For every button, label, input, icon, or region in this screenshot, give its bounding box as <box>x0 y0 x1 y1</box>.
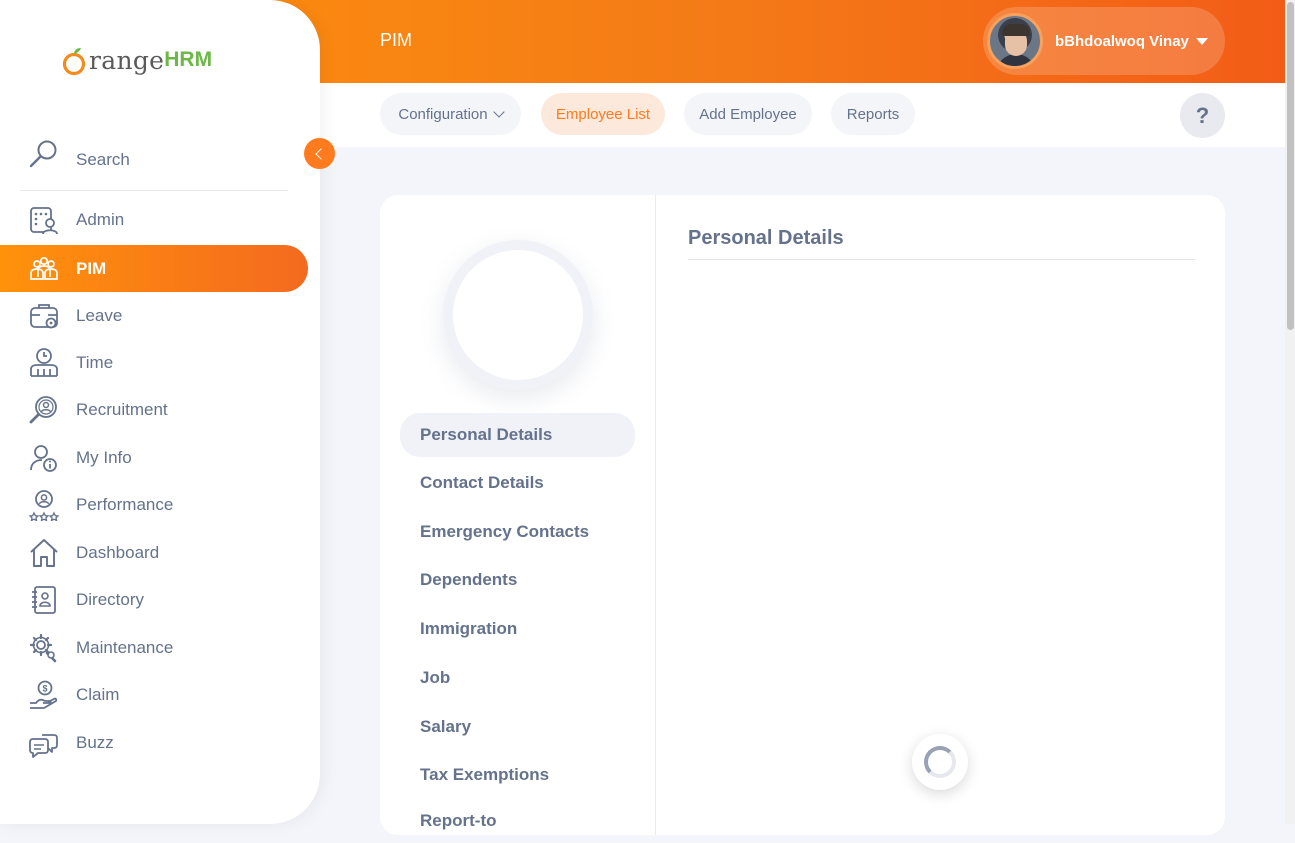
sidebar-item-buzz[interactable]: Buzz <box>0 719 308 766</box>
pim-icon <box>30 256 58 280</box>
orangehrm-logo[interactable]: range HRM <box>62 40 212 80</box>
emp-tab-job[interactable]: Job <box>400 656 635 700</box>
emp-tab-label: Report-to <box>420 811 497 830</box>
performance-icon <box>28 490 60 521</box>
emp-tab-report-to[interactable]: Report-to <box>400 799 635 843</box>
module-subnav: Configuration Employee List Add Employee… <box>320 83 1285 147</box>
sidebar-item-label: Recruitment <box>76 399 168 419</box>
chevron-down-icon <box>492 105 505 118</box>
sidebar-item-dashboard[interactable]: Dashboard <box>0 529 308 576</box>
help-icon: ? <box>1195 102 1210 128</box>
sidebar-item-label: Maintenance <box>76 637 174 657</box>
employee-photo[interactable] <box>443 240 593 390</box>
directory-icon <box>32 586 56 614</box>
sidebar-search[interactable]: Search <box>20 132 288 191</box>
emp-tab-label: Dependents <box>420 570 518 589</box>
buzz-icon <box>29 734 58 758</box>
sidebar-item-maintenance[interactable]: Maintenance <box>0 624 308 671</box>
sidebar-item-my-info[interactable]: My Info <box>0 434 308 481</box>
sidebar-item-label: Buzz <box>76 732 114 752</box>
time-icon <box>30 348 58 377</box>
maintenance-icon <box>29 633 57 663</box>
emp-tab-contact-details[interactable]: Contact Details <box>400 461 635 505</box>
employee-tabs-panel: Personal Details Contact Details Emergen… <box>380 195 656 835</box>
sidebar-item-label: Dashboard <box>76 542 160 562</box>
tab-add-employee[interactable]: Add Employee <box>684 93 812 135</box>
emp-tab-label: Job <box>420 668 451 687</box>
sidebar-item-directory[interactable]: Directory <box>0 576 308 623</box>
sidebar-item-label: Claim <box>76 684 120 704</box>
sidebar-item-claim[interactable]: $ Claim <box>0 671 308 718</box>
emp-tab-label: Contact Details <box>420 473 544 492</box>
sidebar-item-time[interactable]: Time <box>0 339 308 386</box>
section-title: Personal Details <box>688 227 844 249</box>
user-name: bBhdoalwoq Vinay <box>1055 32 1189 50</box>
sidebar-item-label: Directory <box>76 589 145 609</box>
sidebar-item-admin[interactable]: Admin <box>0 196 308 243</box>
emp-tab-label: Emergency Contacts <box>420 522 590 541</box>
user-dropdown[interactable]: bBhdoalwoq Vinay <box>983 7 1225 75</box>
user-avatar <box>987 13 1043 69</box>
dashboard-icon <box>30 539 58 567</box>
search-label: Search <box>76 150 130 169</box>
sidebar-item-label: Time <box>76 352 114 372</box>
orange-logo-icon <box>62 47 88 76</box>
emp-tab-personal-details[interactable]: Personal Details <box>400 413 635 457</box>
sidebar: range HRM Search Admin PIM Leave Time Re… <box>0 0 320 824</box>
logo-hrm-text: HRM <box>164 48 213 71</box>
svg-text:$: $ <box>42 684 47 694</box>
emp-tab-label: Immigration <box>420 619 518 638</box>
tab-label: Employee List <box>555 105 651 123</box>
sidebar-item-leave[interactable]: Leave <box>0 292 308 339</box>
chevron-left-icon <box>315 147 327 160</box>
divider <box>688 259 1195 260</box>
sidebar-item-label: Performance <box>76 494 174 514</box>
emp-tab-label: Salary <box>420 717 472 736</box>
help-button[interactable]: ? <box>1180 93 1225 138</box>
tab-label: Reports <box>846 105 900 123</box>
emp-tab-tax-exemptions[interactable]: Tax Exemptions <box>400 753 635 797</box>
emp-tab-label: Tax Exemptions <box>420 765 550 784</box>
sidebar-item-label: Admin <box>76 209 125 229</box>
module-title: PIM <box>380 30 413 50</box>
sidebar-item-performance[interactable]: Performance <box>0 481 308 528</box>
loading-spinner <box>912 734 968 790</box>
emp-tab-dependents[interactable]: Dependents <box>400 558 635 602</box>
logo-text: range <box>89 45 165 75</box>
employee-details-card: Personal Details Contact Details Emergen… <box>380 195 1225 835</box>
tab-label: Add Employee <box>699 105 797 123</box>
sidebar-item-label: My Info <box>76 447 132 467</box>
sidebar-collapse-button[interactable] <box>304 138 335 169</box>
scrollbar-thumb[interactable] <box>1287 2 1294 330</box>
tab-reports[interactable]: Reports <box>831 93 915 135</box>
admin-icon <box>30 207 58 235</box>
caret-down-icon <box>1195 37 1208 45</box>
leave-icon <box>30 304 58 329</box>
tab-employee-list[interactable]: Employee List <box>541 93 665 135</box>
search-icon <box>29 140 57 168</box>
sidebar-item-label: PIM <box>76 258 107 278</box>
tab-label: Configuration <box>398 105 488 123</box>
emp-tab-immigration[interactable]: Immigration <box>400 607 635 651</box>
sidebar-item-label: Leave <box>76 305 123 325</box>
emp-tab-salary[interactable]: Salary <box>400 705 635 749</box>
my-info-icon <box>30 445 57 472</box>
claim-icon: $ <box>30 680 58 709</box>
recruitment-icon <box>29 396 57 424</box>
tab-configuration[interactable]: Configuration <box>380 93 521 135</box>
sidebar-item-pim[interactable]: PIM <box>0 245 308 292</box>
emp-tab-emergency-contacts[interactable]: Emergency Contacts <box>400 510 635 554</box>
emp-tab-label: Personal Details <box>420 425 553 444</box>
sidebar-item-recruitment[interactable]: Recruitment <box>0 386 308 433</box>
